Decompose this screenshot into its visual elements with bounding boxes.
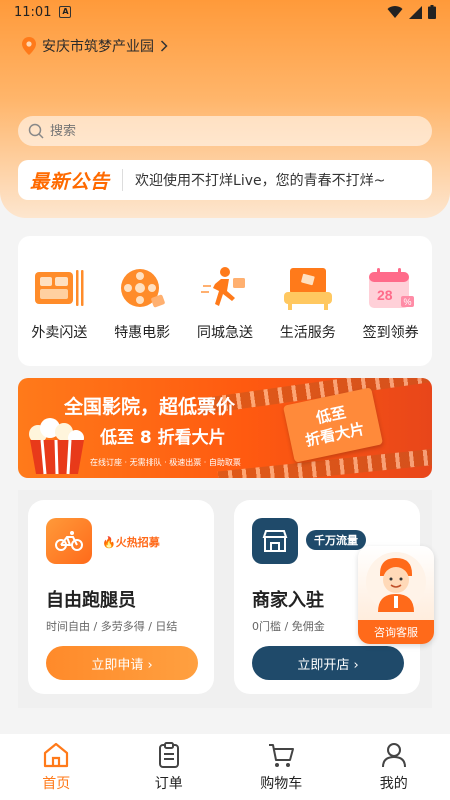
battery-icon bbox=[428, 5, 436, 19]
location-text: 安庆市筑梦产业园 bbox=[42, 39, 154, 55]
card-title: 商家入驻 bbox=[252, 590, 324, 611]
stamp-line: 折看大片 bbox=[303, 419, 367, 450]
storefront-icon bbox=[262, 530, 288, 552]
svg-text:%: % bbox=[403, 297, 411, 307]
service-food-delivery[interactable]: 外卖闪送 bbox=[19, 266, 99, 342]
search-icon bbox=[28, 123, 44, 139]
customer-service-float[interactable]: 咨询客服 bbox=[358, 546, 434, 644]
search-bar[interactable] bbox=[18, 116, 432, 146]
wifi-icon bbox=[387, 5, 403, 18]
notification-icon: A bbox=[59, 6, 72, 18]
service-label: 同城急送 bbox=[196, 325, 253, 341]
shopping-cart-icon bbox=[269, 744, 295, 767]
banner-title: 全国影院，超低票价 bbox=[64, 396, 236, 418]
service-checkin[interactable]: 28 % 签到领券 bbox=[351, 266, 431, 342]
chevron-right-icon bbox=[160, 40, 168, 52]
bicycle-icon bbox=[55, 531, 83, 551]
film-reel-icon bbox=[121, 269, 165, 308]
sofa-icon bbox=[283, 268, 332, 310]
card-description: 0门槛 / 免佣金 bbox=[252, 620, 325, 633]
service-grid: 外卖闪送 特惠电影 同城急送 生活服务 28 % 签到领券 bbox=[18, 236, 432, 366]
service-agent-icon bbox=[378, 558, 414, 612]
hot-recruit-badge: 🔥火热招募 bbox=[102, 536, 160, 549]
service-label: 外卖闪送 bbox=[31, 325, 88, 341]
traffic-badge: 千万流量 bbox=[306, 530, 366, 550]
svg-text:28: 28 bbox=[377, 287, 393, 303]
tab-label: 购物车 bbox=[260, 776, 303, 792]
banner-subtitle: 低至 8 折看大片 bbox=[100, 428, 226, 448]
tab-profile[interactable]: 我的 bbox=[354, 741, 434, 793]
service-label: 签到领券 bbox=[362, 325, 419, 341]
service-movie[interactable]: 特惠电影 bbox=[102, 266, 182, 342]
card-icon-box bbox=[46, 518, 92, 564]
runner-icon bbox=[200, 267, 245, 306]
customer-service-label: 咨询客服 bbox=[358, 620, 434, 644]
service-same-city[interactable]: 同城急送 bbox=[185, 266, 265, 342]
tab-cart[interactable]: 购物车 bbox=[241, 741, 321, 793]
bottom-tab-bar: 首页 订单 购物车 我的 bbox=[0, 734, 450, 800]
card-description: 时间自由 / 多劳多得 / 日结 bbox=[46, 620, 178, 633]
service-life[interactable]: 生活服务 bbox=[268, 266, 348, 342]
runner-recruit-card[interactable]: 🔥火热招募 自由跑腿员 时间自由 / 多劳多得 / 日结 立即申请 › bbox=[28, 500, 214, 694]
open-store-button[interactable]: 立即开店 › bbox=[252, 646, 404, 680]
status-time: 11:01 bbox=[14, 4, 52, 20]
card-icon-box bbox=[252, 518, 298, 564]
signal-icon bbox=[409, 5, 422, 19]
banner-small-text: 在线订座 · 无需排队 · 极速出票 · 自助取票 bbox=[90, 458, 241, 467]
tab-home[interactable]: 首页 bbox=[16, 741, 96, 793]
home-icon bbox=[44, 742, 69, 768]
tab-label: 我的 bbox=[379, 776, 408, 792]
search-input[interactable] bbox=[50, 123, 410, 139]
announcement-text: 欢迎使用不打烊Live，您的青春不打烊~ bbox=[135, 173, 386, 189]
divider bbox=[122, 169, 124, 191]
location-selector[interactable]: 安庆市筑梦产业园 bbox=[22, 36, 168, 56]
service-label: 生活服务 bbox=[279, 325, 336, 341]
announcement-bar[interactable]: 最新公告 欢迎使用不打烊Live，您的青春不打烊~ bbox=[18, 160, 432, 200]
popcorn-icon bbox=[29, 418, 84, 475]
status-bar: 11:01 A bbox=[0, 0, 450, 24]
card-title: 自由跑腿员 bbox=[46, 590, 136, 611]
tab-label: 首页 bbox=[42, 776, 71, 792]
tab-label: 订单 bbox=[154, 776, 183, 792]
announcement-tag: 最新公告 bbox=[30, 170, 111, 193]
clipboard-icon bbox=[158, 742, 179, 768]
location-pin-icon bbox=[22, 37, 36, 55]
movie-promo-banner[interactable]: 全国影院，超低票价 低至 8 折看大片 在线订座 · 无需排队 · 极速出票 ·… bbox=[18, 378, 432, 478]
food-box-icon bbox=[35, 270, 84, 306]
apply-now-button[interactable]: 立即申请 › bbox=[46, 646, 198, 680]
calendar-icon: 28 % bbox=[368, 268, 414, 308]
user-icon bbox=[381, 743, 406, 768]
service-label: 特惠电影 bbox=[114, 325, 171, 341]
customer-service-avatar bbox=[366, 552, 426, 612]
tab-orders[interactable]: 订单 bbox=[129, 741, 209, 793]
